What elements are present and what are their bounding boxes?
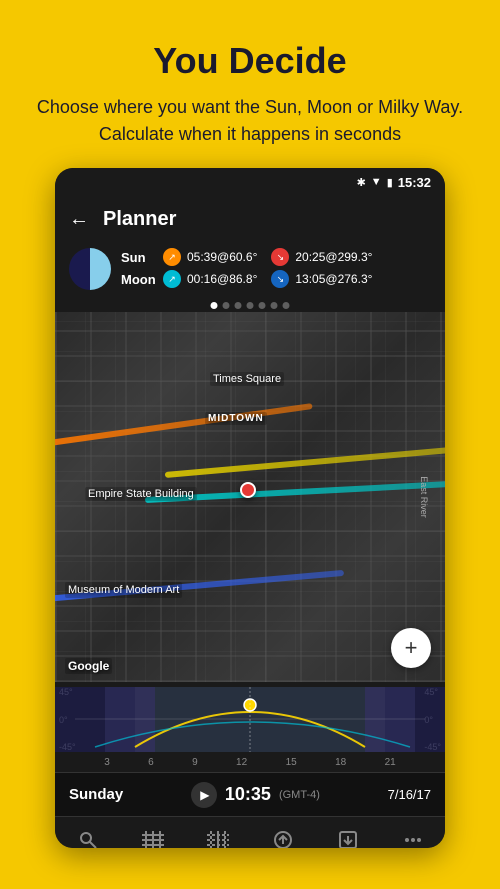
chart-svg (55, 687, 445, 752)
moon-set-time: 13:05@276.3° (295, 272, 372, 286)
label-museum: Museum of Modern Art (65, 582, 182, 598)
location-marker[interactable] (240, 482, 256, 498)
gmt-label: (GMT-4) (279, 789, 320, 801)
chart-x-6: 6 (148, 757, 154, 768)
dot-6 (271, 302, 278, 309)
app-title: Planner (103, 208, 176, 231)
dot-2 (223, 302, 230, 309)
play-icon: ▶ (200, 788, 209, 802)
chart-x-18: 18 (335, 757, 346, 768)
dot-5 (259, 302, 266, 309)
bottom-nav: Find AR Night AR (55, 816, 445, 848)
app-header: ← Planner (55, 196, 445, 242)
east-side-label: East River (419, 476, 429, 518)
nav-night-ar[interactable]: Night AR (185, 831, 250, 849)
sun-rise-time: 05:39@60.6° (187, 250, 257, 264)
night-ar-icon (207, 831, 229, 849)
status-bar: ✱ ▼ ▮ 15:32 (55, 168, 445, 196)
nav-load[interactable]: Load (250, 830, 315, 849)
sun-row: Sun ↗ 05:39@60.6° ↘ 20:25@299.3° (121, 248, 372, 266)
current-time: 10:35 (225, 784, 271, 805)
nav-save[interactable]: Save (315, 830, 380, 849)
play-button[interactable]: ▶ (191, 782, 217, 808)
page-title: You Decide (30, 40, 470, 82)
moon-rise-time: 00:16@86.8° (187, 272, 257, 286)
celestial-rows: Sun ↗ 05:39@60.6° ↘ 20:25@299.3° Moon ↗ … (121, 248, 372, 290)
day-label: Sunday (69, 786, 123, 803)
chart-bar: 45° 0° -45° 45° 0° -45° (55, 682, 445, 772)
label-times-square: Times Square (210, 372, 284, 386)
dot-4 (247, 302, 254, 309)
status-time: 15:32 (398, 175, 431, 190)
dot-7 (283, 302, 290, 309)
battery-icon: ▮ (387, 176, 393, 189)
celestial-icon (69, 248, 111, 290)
status-icons: ✱ ▼ ▮ 15:32 (357, 175, 431, 190)
ar-icon (142, 831, 164, 849)
phone-frame: ✱ ▼ ▮ 15:32 ← Planner Sun ↗ 05:39@60.6° … (55, 168, 445, 848)
sun-label: Sun (121, 250, 157, 265)
more-icon (403, 830, 423, 849)
search-icon (78, 830, 98, 849)
label-google: Google (65, 658, 112, 674)
sun-rise-badge: ↗ (163, 248, 181, 266)
time-display: ▶ 10:35 (GMT-4) (191, 782, 320, 808)
celestial-info-bar: Sun ↗ 05:39@60.6° ↘ 20:25@299.3° Moon ↗ … (55, 242, 445, 298)
save-icon (338, 830, 358, 849)
page-subtitle: Choose where you want the Sun, Moon or M… (30, 94, 470, 148)
moon-label: Moon (121, 272, 157, 287)
dot-3 (235, 302, 242, 309)
date-label: 7/16/17 (388, 787, 431, 802)
sun-set-badge: ↘ (271, 248, 289, 266)
bluetooth-icon: ✱ (357, 176, 366, 189)
chart-inner: 45° 0° -45° 45° 0° -45° (55, 687, 445, 752)
chart-x-3: 3 (104, 757, 110, 768)
moon-row: Moon ↗ 00:16@86.8° ↘ 13:05@276.3° (121, 270, 372, 288)
dot-1 (211, 302, 218, 309)
load-icon (273, 830, 293, 849)
back-button[interactable]: ← (69, 208, 89, 231)
map-background: Times Square MIDTOWN Empire State Buildi… (55, 312, 445, 682)
chart-x-12: 12 (236, 757, 247, 768)
nav-ar[interactable]: AR (120, 831, 185, 849)
chart-x-9: 9 (192, 757, 198, 768)
promo-section: You Decide Choose where you want the Sun… (0, 0, 500, 168)
label-midtown: MIDTOWN (205, 412, 267, 425)
zoom-button[interactable]: + (391, 628, 431, 668)
nav-find[interactable]: Find (55, 830, 120, 849)
chart-x-labels: 3 6 9 12 15 18 21 (55, 757, 445, 768)
chart-x-15: 15 (286, 757, 297, 768)
map-area[interactable]: Times Square MIDTOWN Empire State Buildi… (55, 312, 445, 682)
moon-set-badge: ↘ (271, 270, 289, 288)
wifi-icon: ▼ (371, 176, 382, 188)
page-dots (211, 302, 290, 309)
label-empire-state: Empire State Building (85, 487, 197, 501)
chart-x-21: 21 (385, 757, 396, 768)
time-bar: Sunday ▶ 10:35 (GMT-4) 7/16/17 (55, 772, 445, 816)
sun-set-time: 20:25@299.3° (295, 250, 372, 264)
moon-rise-badge: ↗ (163, 270, 181, 288)
nav-more[interactable]: More (380, 830, 445, 849)
